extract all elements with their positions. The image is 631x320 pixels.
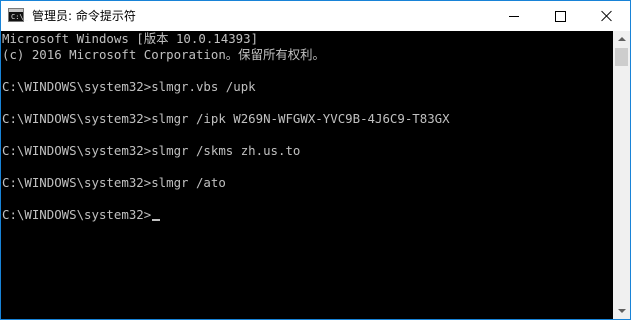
console-line: (c) 2016 Microsoft Corporation。保留所有权利。 [2,47,325,62]
minimize-button[interactable] [491,1,537,31]
maximize-icon [554,10,566,22]
console-line: C:\WINDOWS\system32>slmgr /skms zh.us.to [2,143,301,158]
console-line: C:\WINDOWS\system32>slmgr /ipk W269N-WFG… [2,111,450,126]
close-button[interactable] [583,1,630,31]
title-bar[interactable]: C:\_ 管理员: 命令提示符 [1,1,630,31]
text-cursor [152,219,161,221]
command-prompt-window: C:\_ 管理员: 命令提示符 Microsoft Windows [版本 10… [0,0,631,320]
console-prompt: C:\WINDOWS\system32> [2,207,152,222]
minimize-icon [509,15,519,17]
close-icon [601,10,613,22]
console-prompt-line[interactable]: C:\WINDOWS\system32> [2,207,161,223]
scroll-down-arrow-icon[interactable] [613,302,630,319]
vertical-scrollbar[interactable] [613,31,630,319]
maximize-button[interactable] [537,1,583,31]
window-title: 管理员: 命令提示符 [32,9,136,23]
console-line: C:\WINDOWS\system32>slmgr.vbs /upk [2,79,256,94]
scrollbar-thumb[interactable] [615,48,628,66]
console-output[interactable]: Microsoft Windows [版本 10.0.14393] (c) 20… [1,31,613,319]
cmd-app-icon[interactable]: C:\_ [8,8,28,22]
scroll-up-arrow-icon[interactable] [613,31,630,48]
console-line: C:\WINDOWS\system32>slmgr /ato [2,175,226,190]
app-icon-label: C:\_ [11,13,28,21]
console-line: Microsoft Windows [版本 10.0.14393] [2,31,259,46]
